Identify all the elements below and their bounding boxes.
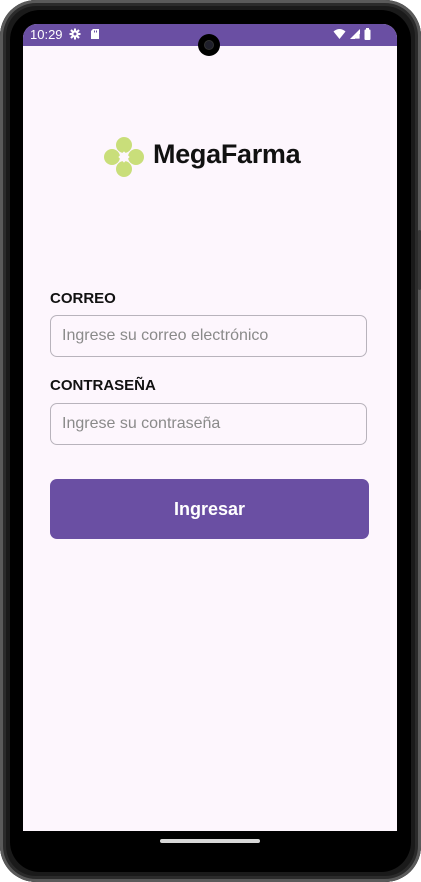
login-button[interactable]: Ingresar <box>50 479 369 539</box>
wifi-icon <box>333 29 346 39</box>
battery-icon <box>364 28 371 40</box>
app-screen: 10:29 MegaFarma CORREO Ingrese su correo… <box>23 24 397 831</box>
status-time: 10:29 <box>30 27 63 42</box>
sd-card-icon <box>91 29 99 39</box>
logo-wordmark: MegaFarma <box>153 139 301 169</box>
email-field[interactable] <box>50 315 367 357</box>
gear-icon <box>69 28 81 40</box>
app-logo: MegaFarma <box>103 135 318 179</box>
email-label: CORREO <box>50 290 116 307</box>
front-camera <box>198 34 220 56</box>
password-field[interactable] <box>50 403 367 445</box>
password-label: CONTRASEÑA <box>50 377 156 394</box>
gesture-nav-handle[interactable] <box>160 839 260 843</box>
signal-icon <box>350 29 361 40</box>
camera-lens <box>205 41 213 49</box>
clover-logo-icon <box>104 137 144 177</box>
device-frame: 10:29 MegaFarma CORREO Ingrese su correo… <box>0 0 421 882</box>
